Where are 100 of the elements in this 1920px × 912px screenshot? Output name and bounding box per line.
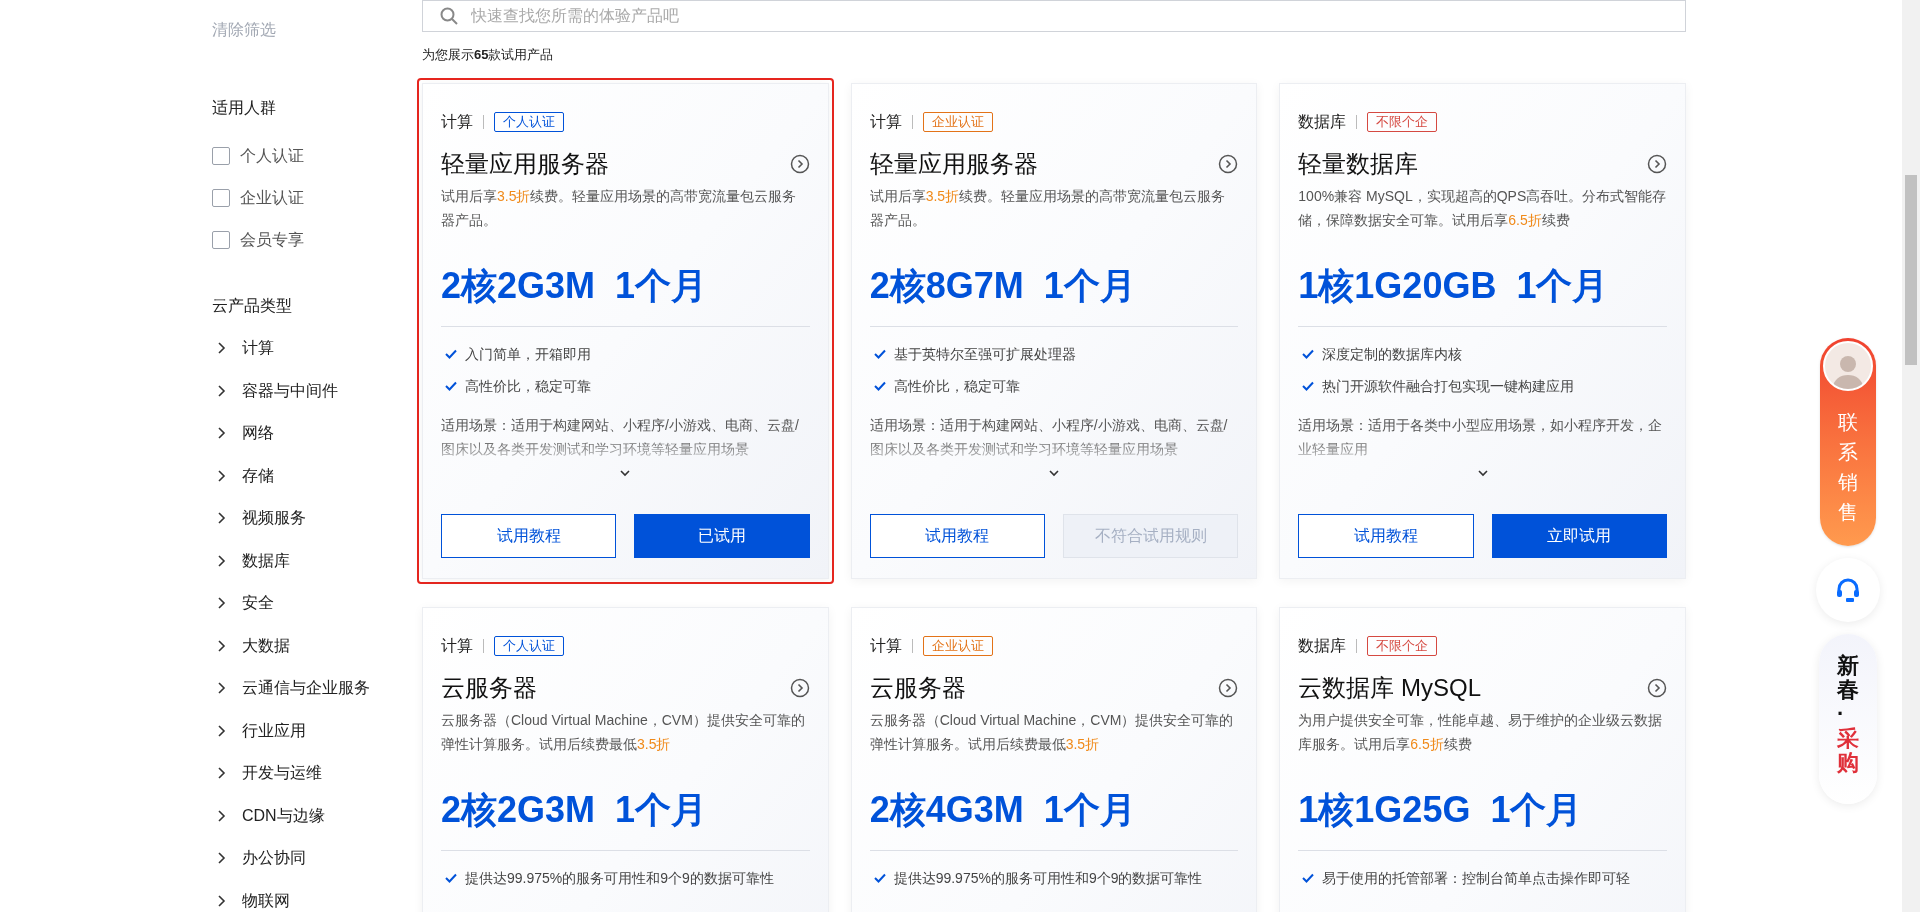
product-title: 轻量应用服务器	[869, 149, 1038, 179]
feature-text: 易于使用的托管部署：控制台简单点击操作即可轻	[1322, 869, 1631, 888]
arrow-circle-icon[interactable]	[1218, 678, 1239, 698]
chevron-icon	[216, 893, 226, 908]
category-item[interactable]: 云通信与企业服务	[242, 676, 370, 700]
category-item[interactable]: 行业应用	[242, 718, 306, 743]
chevron-icon	[216, 468, 226, 483]
chevron-icon	[216, 553, 226, 568]
promo-text: 新春 · 采购	[1837, 654, 1859, 775]
product-description: 为用户提供安全可靠，性能卓越、易于维护的企业级云数据库服务。试用后享6.5折续费	[1298, 711, 1664, 754]
feature-text: 提供达99.975%的服务可用性和9个9的数据可靠性	[893, 869, 1203, 888]
feature-text: 热门开源软件融合打包实现一键构建应用	[1322, 377, 1575, 396]
chevron-icon	[216, 638, 226, 653]
category-label: 计算	[441, 112, 473, 132]
check-icon	[873, 381, 886, 391]
arrow-circle-icon[interactable]	[1647, 154, 1667, 174]
product-description: 云服务器（Cloud Virtual Machine，CVM）提供安全可靠的弹性计算服务。试用后续费最低3.5折	[441, 711, 806, 754]
headset-icon	[1834, 576, 1862, 604]
arrow-circle-icon[interactable]	[1218, 154, 1239, 174]
checkbox-label[interactable]: 个人认证	[240, 144, 304, 168]
checkbox[interactable]	[212, 231, 230, 249]
tutorial-button[interactable]: 试用教程	[869, 514, 1045, 558]
category-item[interactable]: 开发与运维	[242, 761, 322, 785]
filter-group-title: 云产品类型	[212, 296, 293, 316]
category-item[interactable]: 网络	[242, 421, 274, 445]
category-item[interactable]: 安全	[242, 591, 274, 615]
category-label: 计算	[441, 636, 473, 656]
check-icon	[1302, 873, 1315, 883]
category-item[interactable]: 大数据	[242, 633, 290, 658]
chevron-icon	[216, 723, 226, 738]
checkbox-label[interactable]: 企业认证	[240, 186, 304, 210]
feature-text: 深度定制的数据库内核	[1322, 345, 1463, 364]
checkbox[interactable]	[212, 189, 230, 207]
chevron-icon	[216, 511, 226, 525]
spec-text: 2核2G3M 1个月	[441, 790, 709, 830]
chevron-icon	[216, 596, 226, 610]
scenario-text: 适用场景：适用于构建网站、小程序/小游戏、电商、云盘/图床以及各类开发测试和学习环境等轻量应用场景	[869, 416, 1229, 459]
tag: 不限个企	[1367, 636, 1438, 656]
chevron-icon	[216, 681, 226, 695]
category-label: 计算	[869, 636, 902, 656]
chevron-icon	[216, 851, 226, 865]
product-title: 轻量应用服务器	[441, 149, 609, 179]
tag: 企业认证	[922, 112, 993, 132]
category-item[interactable]: 物联网	[242, 888, 290, 912]
tag: 企业认证	[922, 636, 993, 656]
check-icon	[873, 349, 886, 359]
arrow-circle-icon[interactable]	[789, 154, 810, 174]
category-item[interactable]: 计算	[242, 336, 274, 360]
contact-sales-text: 联系销售	[1838, 410, 1858, 525]
product-description: 试用后享3.5折续费。轻量应用场景的高带宽流量包云服务器产品。	[441, 187, 798, 230]
spec-text: 1核1G25G 1个月	[1298, 790, 1584, 830]
filter-group-title: 适用人群	[212, 98, 277, 118]
category-item[interactable]: 容器与中间件	[242, 378, 338, 403]
chevron-icon	[216, 341, 226, 355]
search-field[interactable]: 快速查找您所需的体验产品吧	[422, 0, 1686, 32]
trial-button[interactable]: 已试用	[634, 514, 810, 558]
spec-text: 2核4G3M 1个月	[869, 790, 1137, 830]
spec-text: 2核8G7M 1个月	[869, 266, 1137, 306]
trial-button[interactable]: 立即试用	[1491, 514, 1667, 558]
check-icon	[445, 349, 457, 359]
product-title: 云数据库 MySQL	[1298, 673, 1481, 703]
chevron-icon	[216, 808, 226, 823]
check-icon	[1302, 349, 1315, 359]
avatar-placeholder	[1823, 341, 1873, 391]
promo-button[interactable]: 新春 · 采购	[1819, 634, 1877, 804]
check-icon	[445, 381, 457, 391]
checkbox-label[interactable]: 会员专享	[240, 228, 304, 252]
category-label: 数据库	[1298, 636, 1347, 656]
category-item[interactable]: 视频服务	[242, 506, 306, 530]
product-description: 试用后享3.5折续费。轻量应用场景的高带宽流量包云服务器产品。	[869, 187, 1227, 230]
scrollbar-thumb[interactable]	[1905, 175, 1917, 365]
category-item[interactable]: 办公协同	[242, 846, 306, 870]
tag: 个人认证	[494, 112, 564, 132]
product-description: 100%兼容 MySQL，实现超高的QPS高吞吐。分布式智能存储，保障数据安全可靠。试用后享6.5折续费	[1298, 187, 1667, 230]
tutorial-button[interactable]: 试用教程	[441, 514, 617, 558]
chevron-icon	[216, 383, 226, 398]
category-item[interactable]: 存储	[242, 463, 274, 488]
scenario-text: 适用场景：适用于构建网站、小程序/小游戏、电商、云盘/图床以及各类开发测试和学习环境等轻量应用场景	[441, 416, 800, 459]
feature-text: 高性价比，稳定可靠	[893, 377, 1020, 396]
product-title: 轻量数据库	[1298, 149, 1419, 179]
spec-text: 2核2G3M 1个月	[441, 266, 709, 306]
arrow-circle-icon[interactable]	[1647, 678, 1667, 698]
feature-text: 基于英特尔至强可扩展处理器	[893, 345, 1076, 364]
feature-text: 入门简单，开箱即用	[465, 345, 591, 364]
tutorial-button[interactable]: 试用教程	[1298, 514, 1474, 558]
checkbox[interactable]	[212, 147, 230, 165]
product-title: 云服务器	[441, 673, 537, 703]
category-label: 计算	[869, 112, 902, 132]
category-item[interactable]: CDN与边缘	[242, 803, 325, 828]
category-item[interactable]: 数据库	[242, 548, 290, 573]
check-icon	[445, 873, 457, 883]
scenario-text: 适用场景：适用于各类中小型应用场景，如小程序开发，企业轻量应用	[1298, 416, 1664, 459]
check-icon	[873, 873, 886, 883]
feature-text: 提供达99.975%的服务可用性和9个9的数据可靠性	[465, 869, 774, 888]
spec-text: 1核1G20GB 1个月	[1298, 266, 1610, 306]
check-icon	[1302, 381, 1315, 391]
tag: 不限个企	[1367, 112, 1438, 132]
tag: 个人认证	[494, 636, 564, 656]
feature-text: 高性价比，稳定可靠	[465, 377, 591, 396]
arrow-circle-icon[interactable]	[789, 678, 810, 698]
